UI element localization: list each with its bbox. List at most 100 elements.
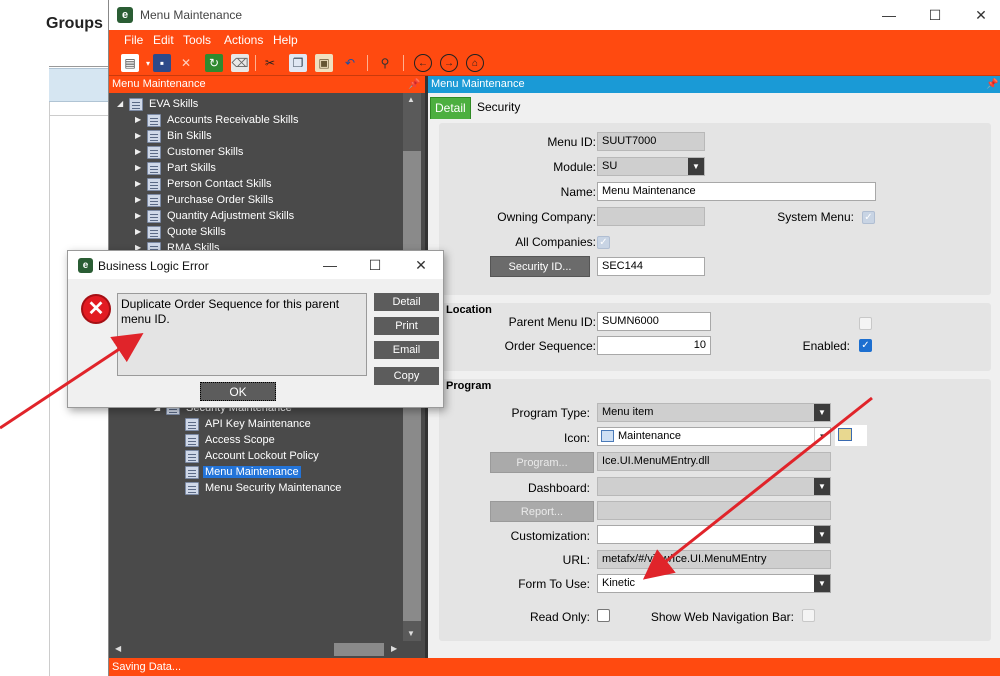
pin-icon[interactable]: 📌 (986, 76, 998, 93)
program-button[interactable]: Program... (490, 452, 594, 473)
order-sequence-field[interactable]: 10 (597, 336, 711, 355)
scroll-up-icon[interactable]: ▲ (407, 95, 415, 104)
tab-security[interactable]: Security (473, 97, 524, 119)
new-icon[interactable]: ▤ (121, 54, 139, 72)
tree-item[interactable]: ▶ Customer Skills (109, 145, 403, 161)
expand-arrow-icon[interactable]: ▶ (135, 227, 141, 236)
show-web-nav-checkbox[interactable] (802, 609, 815, 622)
menu-tools[interactable]: Tools (183, 33, 211, 47)
tree-item[interactable]: ▶ Quote Skills (109, 225, 403, 241)
email-button[interactable]: Email (374, 341, 439, 359)
parent-menu-id-field[interactable]: SUMN6000 (597, 312, 711, 331)
menu-file[interactable]: File (124, 33, 143, 47)
enabled-label: Enabled: (802, 339, 850, 353)
customization-select[interactable] (597, 525, 831, 544)
dialog-maximize-button[interactable]: ☐ (353, 254, 397, 276)
system-menu-checkbox[interactable]: ✓ (862, 211, 875, 224)
paste-icon[interactable]: ▣ (315, 54, 333, 72)
tree-item[interactable]: Menu Security Maintenance (109, 481, 403, 497)
tree-item[interactable]: API Key Maintenance (109, 417, 403, 433)
owning-company-field[interactable] (597, 207, 705, 226)
program-field[interactable]: Ice.UI.MenuMEntry.dll (597, 452, 831, 471)
report-button[interactable]: Report... (490, 501, 594, 522)
url-field[interactable]: metafx/#/view/Ice.UI.MenuMEntry (597, 550, 831, 569)
menu-id-field[interactable]: SUUT7000 (597, 132, 705, 151)
clear-icon[interactable]: ⌫ (231, 54, 249, 72)
ok-button[interactable]: OK (200, 382, 276, 401)
back-icon[interactable]: ← (414, 54, 432, 72)
chevron-down-icon[interactable]: ▼ (814, 428, 830, 445)
expand-arrow-icon[interactable]: ▶ (135, 131, 141, 140)
read-only-checkbox[interactable] (597, 609, 610, 622)
tree-item[interactable]: ▶ Accounts Receivable Skills (109, 113, 403, 129)
chevron-down-icon[interactable]: ▼ (814, 575, 830, 592)
search-icon[interactable]: ⚲ (376, 54, 394, 72)
tree-item[interactable]: ▶ Quantity Adjustment Skills (109, 209, 403, 225)
security-id-field[interactable]: SEC144 (597, 257, 705, 276)
location-checkbox[interactable] (859, 317, 872, 330)
maximize-button[interactable]: ☐ (913, 4, 957, 26)
form-to-use-select[interactable]: Kinetic (597, 574, 831, 593)
menu-help[interactable]: Help (273, 33, 298, 47)
name-field[interactable]: Menu Maintenance (597, 182, 876, 201)
tab-detail[interactable]: Detail (430, 97, 471, 119)
copy-button[interactable]: Copy (374, 367, 439, 385)
all-companies-label: All Companies: (515, 235, 596, 249)
detail-panel: Menu Maintenance 📌 Detail Security Menu … (428, 76, 1000, 658)
tree-item[interactable]: ▶ Purchase Order Skills (109, 193, 403, 209)
chevron-down-icon[interactable]: ▼ (814, 404, 830, 421)
expand-arrow-icon[interactable]: ▶ (135, 195, 141, 204)
scroll-left-icon[interactable]: ◀ (115, 644, 121, 653)
report-field[interactable] (597, 501, 831, 520)
tree-item-label: Quantity Adjustment Skills (167, 210, 295, 222)
dialog-minimize-button[interactable]: — (308, 254, 352, 276)
expand-arrow-icon[interactable]: ▶ (135, 163, 141, 172)
cut-icon[interactable]: ✂ (261, 54, 279, 72)
dashboard-select[interactable] (597, 477, 831, 496)
chevron-down-icon[interactable]: ▼ (688, 158, 704, 175)
expand-arrow-icon[interactable]: ▶ (135, 147, 141, 156)
dialog-close-button[interactable]: ✕ (399, 254, 443, 276)
detail-button[interactable]: Detail (374, 293, 439, 311)
security-id-button[interactable]: Security ID... (490, 256, 590, 277)
minimize-button[interactable]: — (867, 4, 911, 26)
detail-panel-title: Menu Maintenance (431, 78, 525, 90)
scroll-down-icon[interactable]: ▼ (407, 629, 415, 638)
window-title: Menu Maintenance (140, 8, 243, 22)
tree-hscroll-thumb[interactable] (334, 643, 384, 656)
tree-item[interactable]: ◢ EVA Skills (109, 97, 403, 113)
expand-arrow-icon[interactable]: ▶ (135, 115, 141, 124)
close-button[interactable]: ✕ (959, 4, 1000, 26)
icon-select[interactable]: Maintenance (597, 427, 831, 446)
undo-icon[interactable]: ↶ (341, 54, 359, 72)
copy-icon[interactable]: ❐ (289, 54, 307, 72)
tree-item[interactable]: ▶ Part Skills (109, 161, 403, 177)
refresh-icon[interactable]: ↻ (205, 54, 223, 72)
expand-arrow-icon[interactable]: ▶ (135, 179, 141, 188)
tree-horizontal-scrollbar[interactable]: ◀ ▶ (109, 641, 425, 658)
program-type-select[interactable]: Menu item (597, 403, 831, 422)
all-companies-checkbox[interactable]: ✓ (597, 236, 610, 249)
collapse-arrow-icon[interactable]: ◢ (117, 99, 123, 108)
delete-icon[interactable]: ✕ (177, 54, 195, 72)
print-button[interactable]: Print (374, 317, 439, 335)
chevron-down-icon[interactable]: ▼ (814, 526, 830, 543)
tree-item[interactable]: Access Scope (109, 433, 403, 449)
tree-item[interactable]: Menu Maintenance (109, 465, 403, 481)
enabled-checkbox[interactable]: ✓ (859, 339, 872, 352)
tree-item[interactable]: ▶ Bin Skills (109, 129, 403, 145)
menu-edit[interactable]: Edit (153, 33, 174, 47)
pin-icon[interactable]: 📌 (408, 76, 420, 93)
scroll-right-icon[interactable]: ▶ (391, 644, 397, 653)
system-menu-label: System Menu: (777, 210, 854, 224)
menu-actions[interactable]: Actions (224, 33, 263, 47)
expand-arrow-icon[interactable]: ▶ (135, 211, 141, 220)
location-group (439, 303, 991, 371)
save-icon[interactable]: ▪ (153, 54, 171, 72)
tree-item[interactable]: Account Lockout Policy (109, 449, 403, 465)
forward-icon[interactable]: → (440, 54, 458, 72)
menu-folder-icon (185, 482, 199, 495)
tree-item[interactable]: ▶ Person Contact Skills (109, 177, 403, 193)
chevron-down-icon[interactable]: ▼ (814, 478, 830, 495)
home-icon[interactable]: ⌂ (466, 54, 484, 72)
